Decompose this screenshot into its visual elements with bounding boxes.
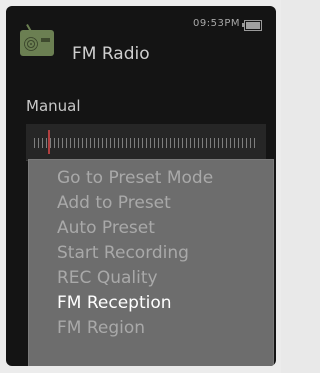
speaker-grill bbox=[24, 37, 38, 51]
menu-item-auto-preset[interactable]: Auto Preset bbox=[57, 216, 213, 241]
app-title: FM Radio bbox=[72, 44, 150, 64]
menu-item-start-recording[interactable]: Start Recording bbox=[57, 241, 213, 266]
antenna-shape bbox=[26, 24, 32, 32]
tuner-needle bbox=[48, 130, 50, 154]
battery-icon bbox=[242, 20, 262, 31]
menu-item-rec-quality[interactable]: REC Quality bbox=[57, 266, 213, 291]
options-menu: Go to Preset Mode Add to Preset Auto Pre… bbox=[28, 159, 274, 366]
device-screen: 09:53PM FM Radio Manual Go to Preset Mod… bbox=[6, 6, 276, 366]
tuning-mode-label: Manual bbox=[26, 97, 81, 115]
menu-item-fm-reception[interactable]: FM Reception bbox=[57, 291, 213, 316]
device-bezel: 09:53PM FM Radio Manual Go to Preset Mod… bbox=[0, 0, 281, 373]
menu-item-fm-region[interactable]: FM Region bbox=[57, 316, 213, 341]
tuner-scale bbox=[34, 138, 258, 148]
menu-item-go-to-preset-mode[interactable]: Go to Preset Mode bbox=[57, 166, 213, 191]
dial-shape bbox=[41, 38, 50, 42]
menu-item-add-to-preset[interactable]: Add to Preset bbox=[57, 191, 213, 216]
menu-list: Go to Preset Mode Add to Preset Auto Pre… bbox=[57, 166, 213, 341]
frequency-tuner[interactable] bbox=[26, 124, 266, 161]
radio-icon bbox=[20, 24, 54, 56]
status-time: 09:53PM bbox=[193, 18, 240, 29]
battery-level bbox=[246, 22, 260, 29]
